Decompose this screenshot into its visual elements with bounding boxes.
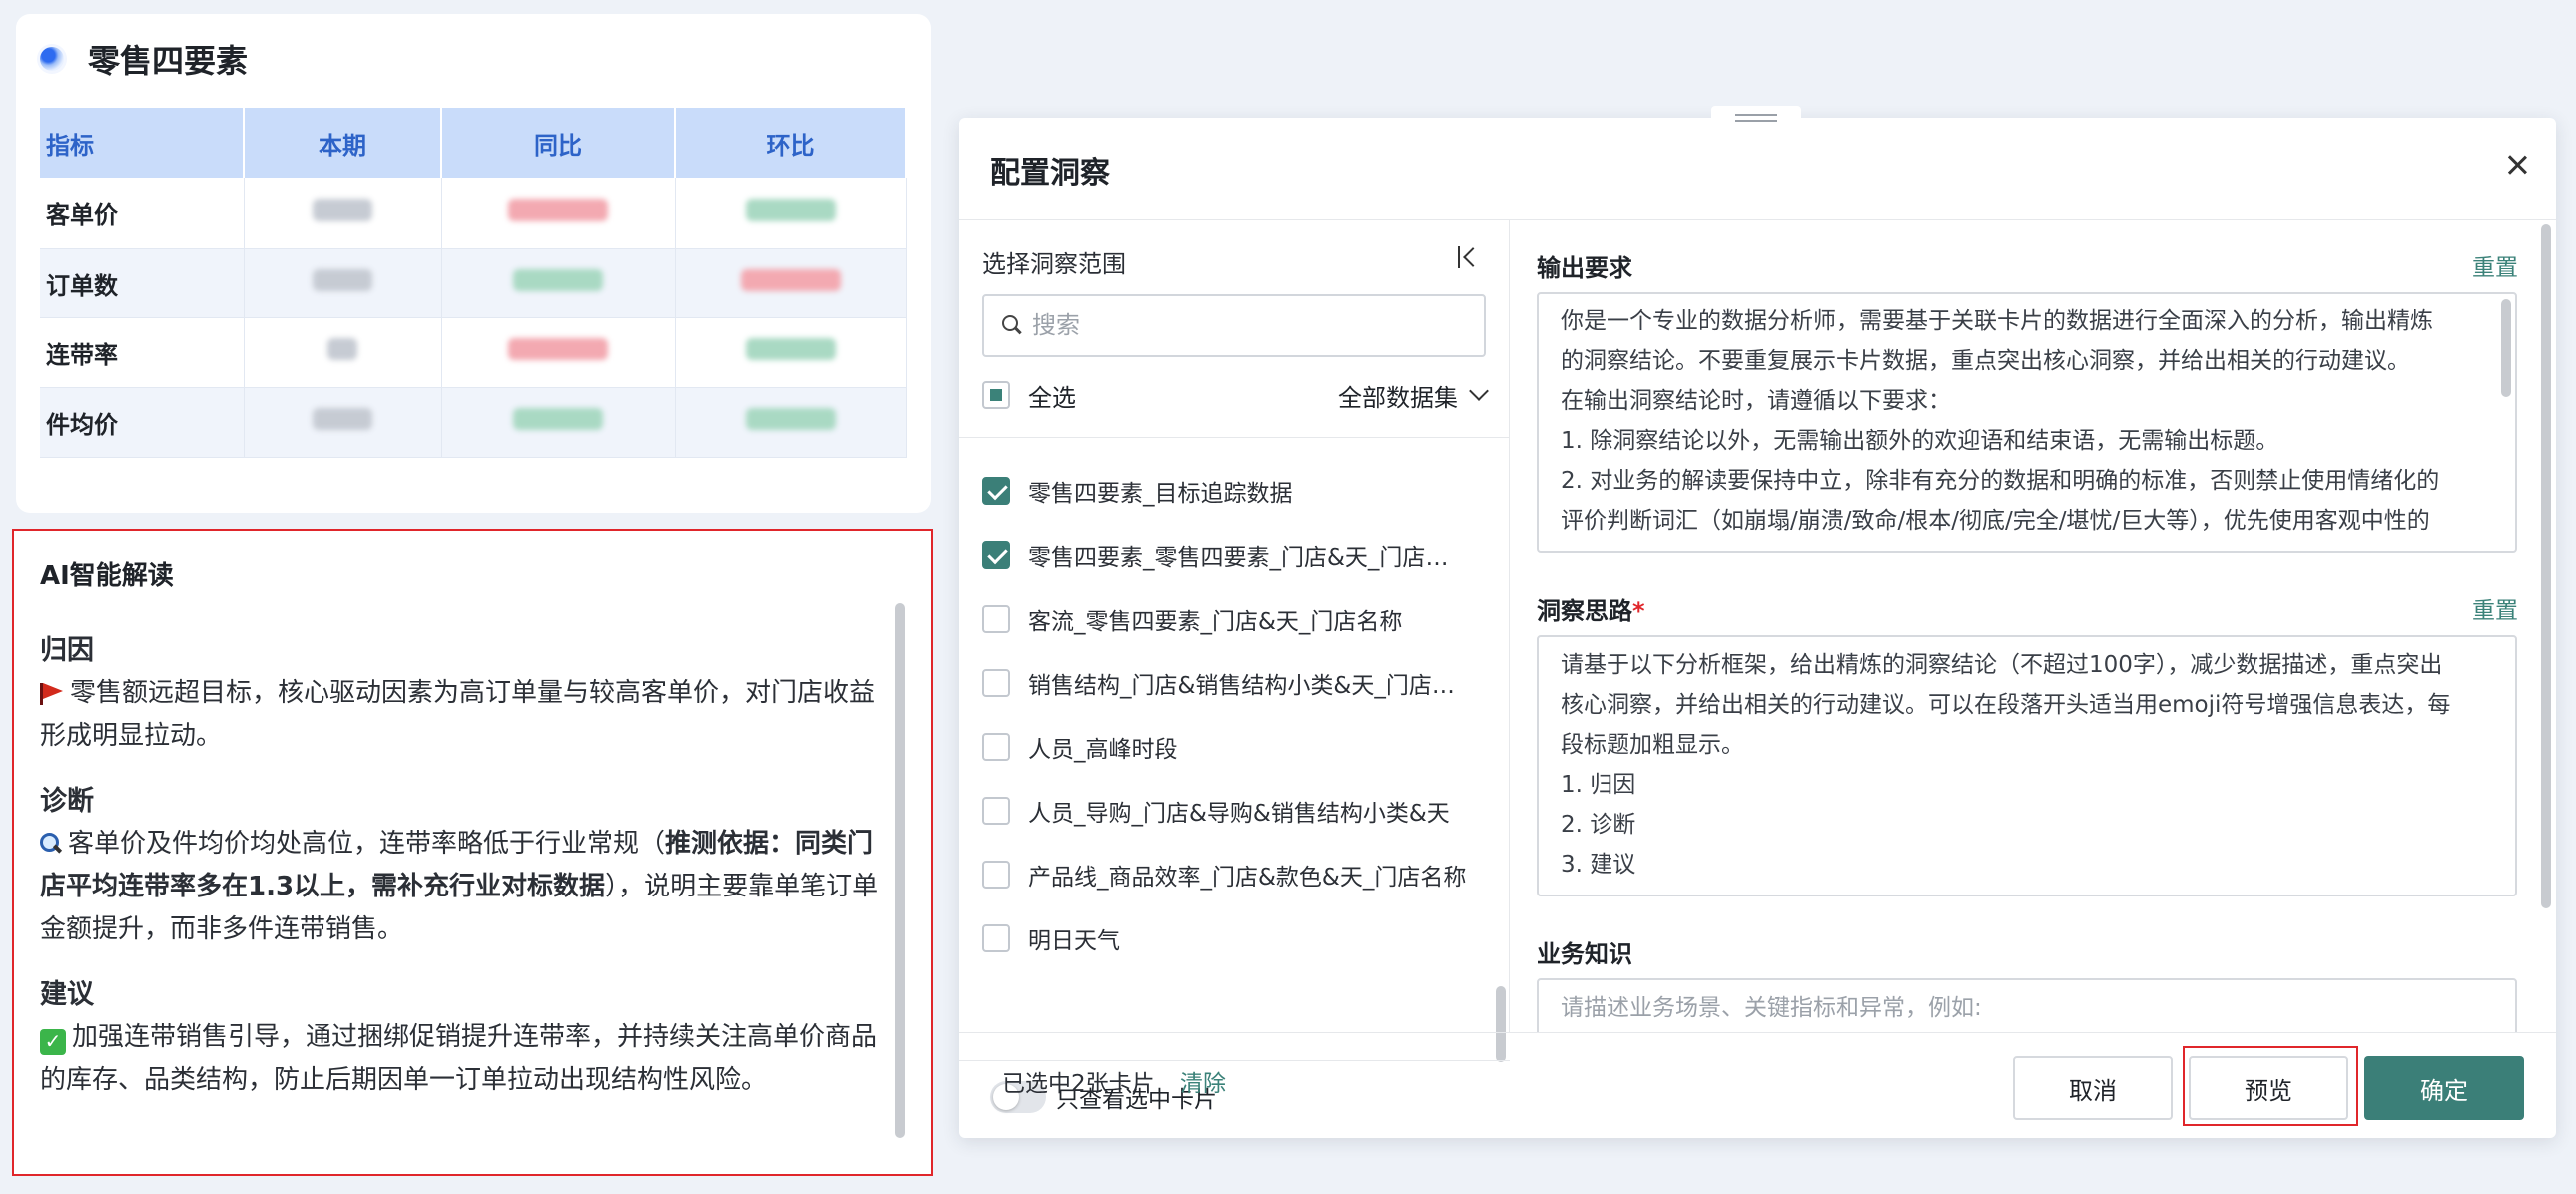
section-text-attribution: 零售额远超目标，核心驱动因素为高订单量与较高客单价，对门店收益形成明显拉动。 [40, 678, 876, 751]
section-text-diagnosis: 客单价及件均价均处高位，连带率略低于行业常规（推测依据：同类门店平均连带率多在1… [40, 829, 879, 944]
blurred-value [508, 198, 608, 221]
section-heading-suggestion: 建议 [40, 979, 94, 1010]
retail-card-title: 零售四要素 [88, 42, 249, 80]
table-row: 订单数 [40, 248, 907, 318]
header-current: 本期 [244, 108, 442, 178]
blurred-value [313, 198, 372, 221]
header-mom: 环比 [675, 108, 907, 178]
table-row: 客单价 [40, 178, 907, 249]
card-list-scrollbar[interactable] [1496, 986, 1506, 1062]
blurred-value [508, 338, 608, 360]
scope-panel: 选择洞察范围 全选 全部数据集 零售四要素_目标追踪数据 零售四要素_零售四要素… [959, 220, 1510, 1113]
required-mark: * [1632, 597, 1645, 625]
config-panel-scrollbar[interactable] [2541, 224, 2551, 908]
business-knowledge-textarea[interactable]: 请描述业务场景、关键指标和异常，例如: [1537, 978, 2517, 1032]
section-heading-attribution: 归因 [40, 635, 94, 666]
card-checkbox[interactable] [982, 861, 1010, 889]
business-knowledge-label: 业务知识 [1537, 940, 1632, 968]
scope-label: 选择洞察范围 [982, 250, 1126, 278]
search-box [982, 294, 1486, 357]
list-item[interactable]: 人员_导购_门店&导购&销售结构小类&天 [982, 779, 1472, 843]
textarea-scrollbar[interactable] [2501, 299, 2511, 397]
collapse-left-icon[interactable] [1458, 246, 1480, 268]
blurred-value [745, 338, 836, 360]
list-item[interactable]: 零售四要素_零售四要素_门店&天_门店名称 [982, 523, 1472, 587]
preview-highlight-box [2183, 1046, 2358, 1126]
list-item[interactable]: 客流_零售四要素_门店&天_门店名称 [982, 587, 1472, 651]
blurred-value [740, 269, 841, 291]
selected-count: 已选中2张卡片 [1002, 1071, 1155, 1097]
card-checkbox[interactable] [982, 733, 1010, 761]
card-checkbox[interactable] [982, 669, 1010, 697]
table-row: 件均价 [40, 387, 907, 458]
card-checkbox[interactable] [982, 605, 1010, 633]
config-insight-dialog: 配置洞察 选择洞察范围 全选 全部数据集 零售四要素_目标追踪数据 零售四要素_… [959, 106, 2556, 1138]
retail-card-header: 零售四要素 [40, 36, 248, 82]
close-icon[interactable] [2504, 152, 2530, 178]
insight-idea-textarea[interactable]: 请基于以下分析框架，给出精炼的洞察结论（不超过100字），减少数据描述，重点突出… [1537, 635, 2517, 896]
list-item[interactable]: 零售四要素_目标追踪数据 [982, 459, 1472, 523]
ai-card-scrollbar[interactable] [895, 603, 905, 1138]
header-metric: 指标 [40, 108, 245, 178]
confirm-button[interactable]: 确定 [2364, 1056, 2524, 1120]
search-icon [1002, 315, 1022, 335]
insight-idea-label: 洞察思路* [1537, 597, 1645, 625]
flag-icon [40, 683, 63, 705]
search-input[interactable] [1032, 311, 1472, 339]
table-header-row: 指标 本期 同比 环比 [40, 108, 907, 178]
cancel-button[interactable]: 取消 [2013, 1056, 2173, 1120]
ai-card-title: AI智能解读 [40, 561, 174, 591]
magnifier-icon [40, 833, 62, 855]
insight-idea-reset-link[interactable]: 重置 [2472, 591, 2518, 625]
chevron-down-icon [1469, 381, 1489, 401]
table-row: 连带率 [40, 317, 907, 388]
output-req-label: 输出要求 [1537, 254, 1632, 282]
select-all-label: 全选 [1028, 383, 1076, 412]
list-item[interactable]: 产品线_商品效率_门店&款色&天_门店名称 [982, 843, 1472, 906]
dataset-select[interactable]: 全部数据集 [1338, 378, 1489, 413]
blurred-value [313, 269, 372, 291]
metrics-table: 指标 本期 同比 环比 客单价 订单数 连带率 件均价 [40, 108, 907, 458]
card-checkbox[interactable] [982, 797, 1010, 825]
row-label: 连带率 [40, 317, 245, 388]
row-label: 件均价 [40, 387, 245, 458]
card-list: 零售四要素_目标追踪数据 零售四要素_零售四要素_门店&天_门店名称 客流_零售… [982, 459, 1472, 970]
blurred-value [513, 408, 603, 430]
section-heading-diagnosis: 诊断 [40, 786, 94, 817]
list-item[interactable]: 人员_高峰时段 [982, 715, 1472, 779]
list-item[interactable]: 销售结构_门店&销售结构小类&天_门店名称 [982, 651, 1472, 715]
ai-insight-card: AI智能解读 归因 零售额远超目标，核心驱动因素为高订单量与较高客单价，对门店收… [12, 529, 933, 1176]
drag-handle-icon[interactable] [1711, 106, 1801, 130]
dialog-title: 配置洞察 [990, 156, 1110, 191]
section-text-suggestion: ✓ 加强连带销售引导，通过捆绑促销提升连带率，并持续关注高单价商品的库存、品类结构… [40, 1022, 878, 1095]
card-checkbox[interactable] [982, 477, 1010, 505]
check-icon: ✓ [40, 1028, 66, 1055]
output-req-textarea[interactable]: 你是一个专业的数据分析师，需要基于关联卡片的数据进行全面深入的分析，输出精炼 的… [1537, 292, 2517, 553]
card-checkbox[interactable] [982, 924, 1010, 952]
ai-insight-body: 归因 零售额远超目标，核心驱动因素为高订单量与较高客单价，对门店收益形成明显拉动… [40, 607, 899, 1102]
card-logo-icon [40, 47, 64, 71]
blurred-value [745, 408, 836, 430]
output-req-reset-link[interactable]: 重置 [2472, 248, 2518, 282]
card-checkbox[interactable] [982, 541, 1010, 569]
blurred-value [513, 269, 603, 291]
config-panel: 输出要求 重置 你是一个专业的数据分析师，需要基于关联卡片的数据进行全面深入的分… [1511, 220, 2556, 1032]
select-all-row: 全选 全部数据集 [982, 377, 1489, 413]
clear-link[interactable]: 清除 [1180, 1064, 1226, 1098]
row-label: 订单数 [40, 248, 245, 318]
row-label: 客单价 [40, 178, 245, 249]
blurred-value [313, 408, 372, 430]
select-all-checkbox[interactable] [982, 381, 1010, 409]
retail-card: 零售四要素 指标 本期 同比 环比 客单价 订单数 连带率 件均价 [16, 14, 931, 513]
list-item[interactable]: 明日天气 [982, 906, 1472, 970]
blurred-value [327, 338, 357, 360]
header-yoy: 同比 [441, 108, 676, 178]
blurred-value [745, 198, 836, 221]
